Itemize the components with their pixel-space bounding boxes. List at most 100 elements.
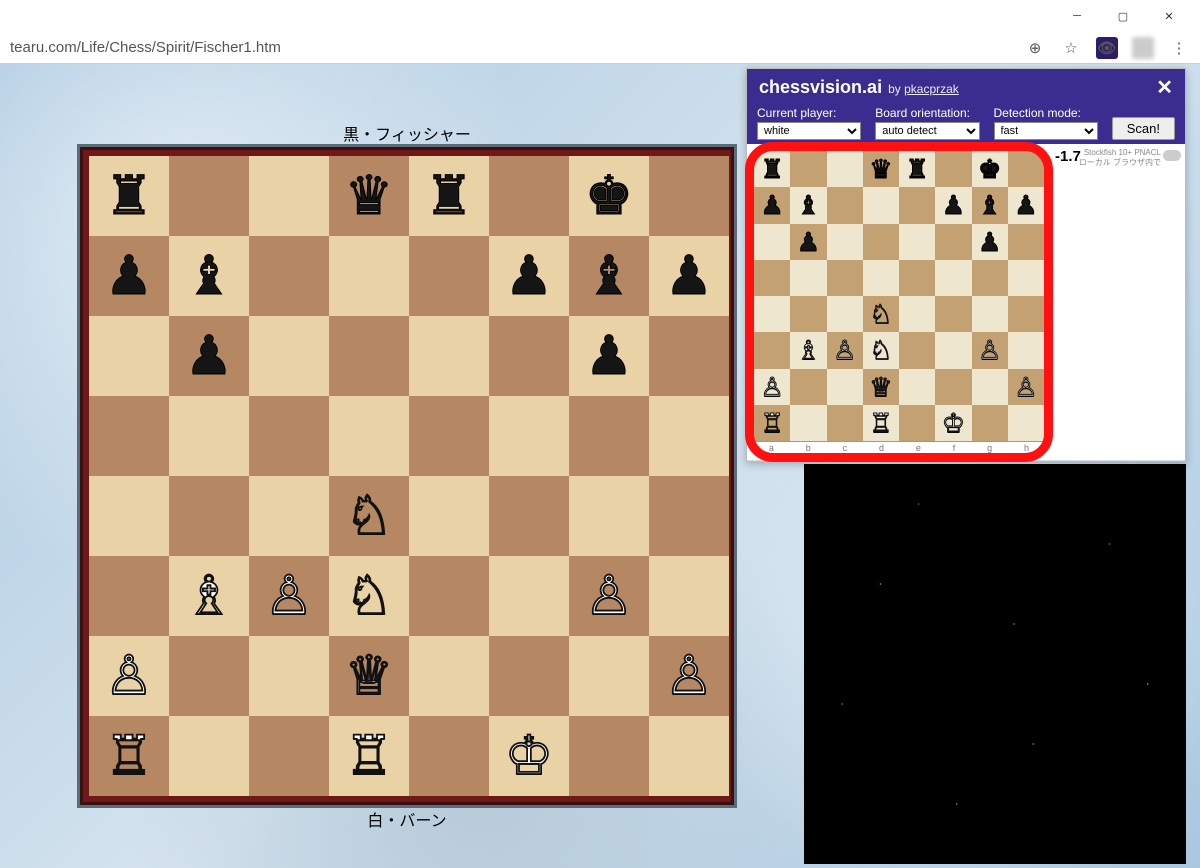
square-f1[interactable]: ♔ [935, 405, 971, 441]
square-g3[interactable]: ♙ [972, 332, 1008, 368]
square-a7[interactable]: ♟ [754, 187, 790, 223]
square-d6[interactable] [863, 224, 899, 260]
bookmark-star-icon[interactable]: ☆ [1060, 37, 1082, 59]
square-f5[interactable] [935, 260, 971, 296]
square-a3[interactable] [89, 556, 169, 636]
square-c5[interactable] [827, 260, 863, 296]
square-h1[interactable] [649, 716, 729, 796]
square-e8[interactable]: ♜ [409, 156, 489, 236]
engine-toggle[interactable] [1163, 150, 1181, 161]
square-g8[interactable]: ♚ [972, 151, 1008, 187]
square-e6[interactable] [899, 224, 935, 260]
square-b4[interactable] [169, 476, 249, 556]
square-g2[interactable] [569, 636, 649, 716]
square-c4[interactable] [249, 476, 329, 556]
square-c8[interactable] [827, 151, 863, 187]
square-h4[interactable] [1008, 296, 1044, 332]
url-text[interactable]: tearu.com/Life/Chess/Spirit/Fischer1.htm [10, 39, 1014, 56]
square-e3[interactable] [899, 332, 935, 368]
square-e3[interactable] [409, 556, 489, 636]
square-a8[interactable]: ♜ [754, 151, 790, 187]
square-g4[interactable] [569, 476, 649, 556]
square-c7[interactable] [827, 187, 863, 223]
square-a5[interactable] [754, 260, 790, 296]
square-b8[interactable] [790, 151, 826, 187]
square-h6[interactable] [1008, 224, 1044, 260]
square-h4[interactable] [649, 476, 729, 556]
square-e6[interactable] [409, 316, 489, 396]
square-b5[interactable] [169, 396, 249, 476]
square-c6[interactable] [249, 316, 329, 396]
square-h2[interactable]: ♙ [649, 636, 729, 716]
detected-chess-board[interactable]: ♜♛♜♚♟♝♟♝♟♟♟♘♗♙♘♙♙♕♙♖♖♔ [753, 150, 1045, 442]
square-b6[interactable]: ♟ [169, 316, 249, 396]
square-e2[interactable] [899, 369, 935, 405]
chessvision-extension-icon[interactable]: 👁 [1096, 37, 1118, 59]
square-f7[interactable]: ♟ [935, 187, 971, 223]
square-h8[interactable] [649, 156, 729, 236]
square-c4[interactable] [827, 296, 863, 332]
square-h3[interactable] [649, 556, 729, 636]
square-h2[interactable]: ♙ [1008, 369, 1044, 405]
square-a6[interactable] [89, 316, 169, 396]
square-h7[interactable]: ♟ [1008, 187, 1044, 223]
window-maximize-button[interactable]: ▢ [1100, 0, 1146, 32]
square-a7[interactable]: ♟ [89, 236, 169, 316]
square-b2[interactable] [790, 369, 826, 405]
square-f2[interactable] [489, 636, 569, 716]
square-d3[interactable]: ♘ [863, 332, 899, 368]
square-g8[interactable]: ♚ [569, 156, 649, 236]
square-g1[interactable] [972, 405, 1008, 441]
square-g5[interactable] [972, 260, 1008, 296]
square-d7[interactable] [329, 236, 409, 316]
square-d6[interactable] [329, 316, 409, 396]
square-c7[interactable] [249, 236, 329, 316]
square-h7[interactable]: ♟ [649, 236, 729, 316]
square-f2[interactable] [935, 369, 971, 405]
browser-menu-icon[interactable]: ⋮ [1168, 37, 1190, 59]
square-c3[interactable]: ♙ [827, 332, 863, 368]
square-h5[interactable] [649, 396, 729, 476]
square-h8[interactable] [1008, 151, 1044, 187]
square-c6[interactable] [827, 224, 863, 260]
square-c2[interactable] [827, 369, 863, 405]
square-b4[interactable] [790, 296, 826, 332]
square-e5[interactable] [409, 396, 489, 476]
square-b2[interactable] [169, 636, 249, 716]
square-e5[interactable] [899, 260, 935, 296]
square-a1[interactable]: ♖ [89, 716, 169, 796]
square-b3[interactable]: ♗ [790, 332, 826, 368]
square-f5[interactable] [489, 396, 569, 476]
square-f8[interactable] [489, 156, 569, 236]
square-b3[interactable]: ♗ [169, 556, 249, 636]
square-g7[interactable]: ♝ [972, 187, 1008, 223]
square-b7[interactable]: ♝ [790, 187, 826, 223]
square-h3[interactable] [1008, 332, 1044, 368]
square-g1[interactable] [569, 716, 649, 796]
square-e1[interactable] [409, 716, 489, 796]
square-c1[interactable] [249, 716, 329, 796]
square-f6[interactable] [489, 316, 569, 396]
square-d5[interactable] [863, 260, 899, 296]
square-c3[interactable]: ♙ [249, 556, 329, 636]
square-e8[interactable]: ♜ [899, 151, 935, 187]
orientation-select[interactable]: auto detect [875, 122, 979, 140]
square-g3[interactable]: ♙ [569, 556, 649, 636]
square-e7[interactable] [409, 236, 489, 316]
square-h5[interactable] [1008, 260, 1044, 296]
square-d1[interactable]: ♖ [863, 405, 899, 441]
window-minimize-button[interactable]: ─ [1054, 0, 1100, 32]
square-a2[interactable]: ♙ [89, 636, 169, 716]
scan-button[interactable]: Scan! [1112, 117, 1175, 140]
square-d1[interactable]: ♖ [329, 716, 409, 796]
square-h6[interactable] [649, 316, 729, 396]
square-a3[interactable] [754, 332, 790, 368]
detection-select[interactable]: fast [994, 122, 1098, 140]
square-f4[interactable] [489, 476, 569, 556]
square-f8[interactable] [935, 151, 971, 187]
square-b8[interactable] [169, 156, 249, 236]
square-a1[interactable]: ♖ [754, 405, 790, 441]
square-g2[interactable] [972, 369, 1008, 405]
square-g4[interactable] [972, 296, 1008, 332]
extension-close-button[interactable]: ✕ [1156, 75, 1173, 100]
